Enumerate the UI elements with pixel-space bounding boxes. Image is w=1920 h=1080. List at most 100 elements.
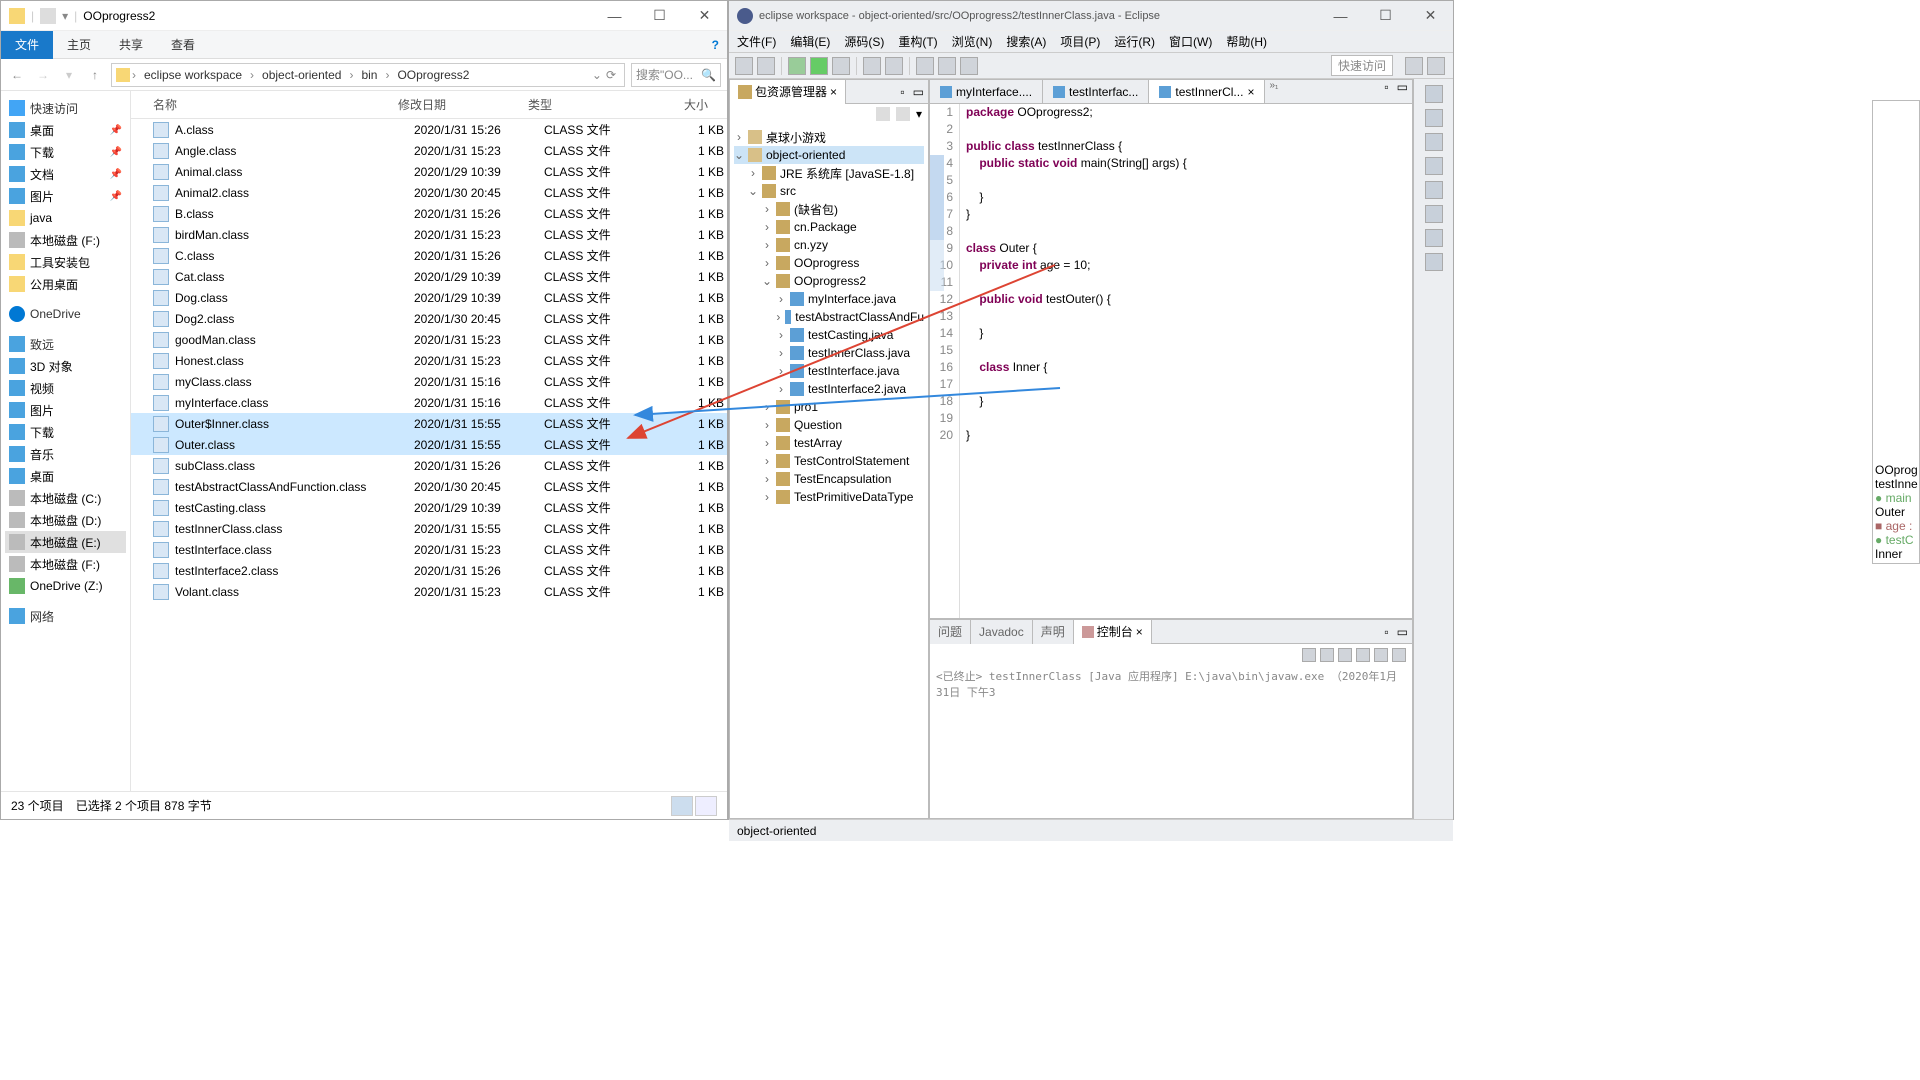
col-type[interactable]: 类型 bbox=[528, 96, 638, 113]
sidebar-java[interactable]: java bbox=[5, 207, 126, 229]
chevron-icon[interactable]: › bbox=[347, 68, 355, 82]
col-date[interactable]: 修改日期 bbox=[398, 96, 528, 113]
quick-access[interactable]: 快速访问 bbox=[1331, 55, 1393, 76]
pkg-explorer-tab[interactable]: 包资源管理器× bbox=[730, 80, 846, 104]
menu-help[interactable]: 帮助(H) bbox=[1226, 33, 1267, 50]
sidebar-network[interactable]: 网络 bbox=[5, 605, 126, 627]
tb-newclass[interactable] bbox=[885, 57, 903, 75]
outline-ti[interactable]: testInne bbox=[1875, 477, 1917, 491]
file-row[interactable]: Angle.class2020/1/31 15:23CLASS 文件1 KB bbox=[131, 140, 727, 161]
collapse-icon[interactable] bbox=[876, 107, 890, 121]
ribbon-home[interactable]: 主页 bbox=[53, 31, 105, 59]
tab-problems[interactable]: 问题 bbox=[930, 620, 971, 644]
maximize-button[interactable]: ☐ bbox=[1363, 1, 1408, 31]
tree-tprim[interactable]: ›TestPrimitiveDataType bbox=[734, 488, 924, 506]
rb-icon[interactable] bbox=[1425, 133, 1443, 151]
crumb-2[interactable]: bin bbox=[355, 68, 383, 82]
sidebar-edisk[interactable]: 本地磁盘 (E:) bbox=[5, 531, 126, 553]
code-text[interactable]: package OOprogress2; public class testIn… bbox=[960, 104, 1187, 618]
close-icon[interactable]: × bbox=[1247, 85, 1254, 99]
outline-outer[interactable]: Outer bbox=[1875, 505, 1917, 519]
sidebar-desktop[interactable]: 桌面📌 bbox=[5, 119, 126, 141]
maximize-icon[interactable]: ▭ bbox=[1393, 80, 1412, 103]
tree-question[interactable]: ›Question bbox=[734, 416, 924, 434]
qat-dropdown[interactable]: ▾ bbox=[62, 9, 68, 23]
tb-forward[interactable] bbox=[960, 57, 978, 75]
tb-run[interactable] bbox=[810, 57, 828, 75]
file-row[interactable]: B.class2020/1/31 15:26CLASS 文件1 KB bbox=[131, 203, 727, 224]
console-btn[interactable] bbox=[1392, 648, 1406, 662]
rb-icon[interactable] bbox=[1425, 109, 1443, 127]
file-row[interactable]: Dog2.class2020/1/30 20:45CLASS 文件1 KB bbox=[131, 308, 727, 329]
tree-tenc[interactable]: ›TestEncapsulation bbox=[734, 470, 924, 488]
maximize-icon[interactable]: ▭ bbox=[909, 85, 928, 99]
outline-age[interactable]: ■ age : bbox=[1875, 519, 1917, 533]
sidebar-music[interactable]: 音乐 bbox=[5, 443, 126, 465]
link-icon[interactable] bbox=[896, 107, 910, 121]
sidebar-thispc[interactable]: 致远 bbox=[5, 333, 126, 355]
tree-pro1[interactable]: ›pro1 bbox=[734, 398, 924, 416]
up-button[interactable]: ↑ bbox=[85, 68, 105, 82]
tree-oo[interactable]: ⌄object-oriented bbox=[734, 146, 924, 164]
crumb-1[interactable]: object-oriented bbox=[256, 68, 347, 82]
tb-new[interactable] bbox=[735, 57, 753, 75]
tree-tif2[interactable]: ›testInterface2.java bbox=[734, 380, 924, 398]
sidebar-ddisk[interactable]: 本地磁盘 (D:) bbox=[5, 509, 126, 531]
sidebar-pics2[interactable]: 图片 bbox=[5, 399, 126, 421]
outline-oo[interactable]: OOprog bbox=[1875, 463, 1917, 477]
rb-icon[interactable] bbox=[1425, 157, 1443, 175]
tree-tcast[interactable]: ›testCasting.java bbox=[734, 326, 924, 344]
outline-inner[interactable]: Inner bbox=[1875, 547, 1917, 561]
tb-debug[interactable] bbox=[788, 57, 806, 75]
breadcrumb-dropdown[interactable]: ⌄ bbox=[592, 68, 602, 82]
sidebar-docs[interactable]: 文档📌 bbox=[5, 163, 126, 185]
file-row[interactable]: testAbstractClassAndFunction.class2020/1… bbox=[131, 476, 727, 497]
help-icon[interactable]: ? bbox=[712, 38, 719, 52]
tb-newpkg[interactable] bbox=[863, 57, 881, 75]
console-btn[interactable] bbox=[1338, 648, 1352, 662]
file-row[interactable]: A.class2020/1/31 15:26CLASS 文件1 KB bbox=[131, 119, 727, 140]
rb-icon[interactable] bbox=[1425, 205, 1443, 223]
minimize-icon[interactable]: ▫ bbox=[1380, 80, 1392, 103]
file-row[interactable]: testInnerClass.class2020/1/31 15:55CLASS… bbox=[131, 518, 727, 539]
tab-decl[interactable]: 声明 bbox=[1033, 620, 1074, 644]
back-button[interactable]: ← bbox=[7, 68, 27, 82]
breadcrumb[interactable]: › eclipse workspace › object-oriented › … bbox=[111, 63, 625, 87]
sidebar-video[interactable]: 视频 bbox=[5, 377, 126, 399]
ribbon-view[interactable]: 查看 bbox=[157, 31, 209, 59]
sidebar-downloads[interactable]: 下载📌 bbox=[5, 141, 126, 163]
minimize-icon[interactable]: ▫ bbox=[1380, 625, 1392, 639]
crumb-0[interactable]: eclipse workspace bbox=[138, 68, 248, 82]
close-icon[interactable]: × bbox=[1136, 625, 1143, 639]
file-row[interactable]: testInterface2.class2020/1/31 15:26CLASS… bbox=[131, 560, 727, 581]
tree-tarray[interactable]: ›testArray bbox=[734, 434, 924, 452]
sidebar-onedrivez[interactable]: OneDrive (Z:) bbox=[5, 575, 126, 597]
tab-testinnerclass[interactable]: testInnerCl...× bbox=[1149, 80, 1265, 103]
sidebar-3d[interactable]: 3D 对象 bbox=[5, 355, 126, 377]
maximize-icon[interactable]: ▭ bbox=[1393, 625, 1412, 639]
console-btn[interactable] bbox=[1302, 648, 1316, 662]
maximize-button[interactable]: ☐ bbox=[637, 1, 682, 31]
minimize-icon[interactable]: ▫ bbox=[896, 85, 908, 99]
rb-icon[interactable] bbox=[1425, 253, 1443, 271]
tree-cnpkg[interactable]: ›cn.Package bbox=[734, 218, 924, 236]
console-output[interactable]: <已终止> testInnerClass [Java 应用程序] E:\java… bbox=[930, 666, 1412, 702]
tab-console[interactable]: 控制台× bbox=[1074, 620, 1152, 644]
file-row[interactable]: Honest.class2020/1/31 15:23CLASS 文件1 KB bbox=[131, 350, 727, 371]
tree-oop2[interactable]: ⌄OOprogress2 bbox=[734, 272, 924, 290]
sidebar-downloads2[interactable]: 下载 bbox=[5, 421, 126, 443]
close-button[interactable]: ✕ bbox=[682, 1, 727, 31]
outline-to[interactable]: ● testC bbox=[1875, 533, 1917, 547]
col-name[interactable]: 名称 bbox=[153, 96, 398, 113]
chevron-icon[interactable]: › bbox=[130, 68, 138, 82]
tree-tabs[interactable]: ›testAbstractClassAndFu bbox=[734, 308, 924, 326]
tab-javadoc[interactable]: Javadoc bbox=[971, 620, 1033, 644]
search-input[interactable]: 搜索"OO... 🔍 bbox=[631, 63, 721, 87]
file-row[interactable]: testInterface.class2020/1/31 15:23CLASS … bbox=[131, 539, 727, 560]
close-icon[interactable]: × bbox=[830, 85, 837, 99]
menu-window[interactable]: 窗口(W) bbox=[1169, 33, 1212, 50]
tree-jre[interactable]: ›JRE 系统库 [JavaSE-1.8] bbox=[734, 164, 924, 182]
forward-button[interactable]: → bbox=[33, 68, 53, 82]
sidebar-onedrive[interactable]: OneDrive bbox=[5, 303, 126, 325]
sidebar-pubdesk[interactable]: 公用桌面 bbox=[5, 273, 126, 295]
